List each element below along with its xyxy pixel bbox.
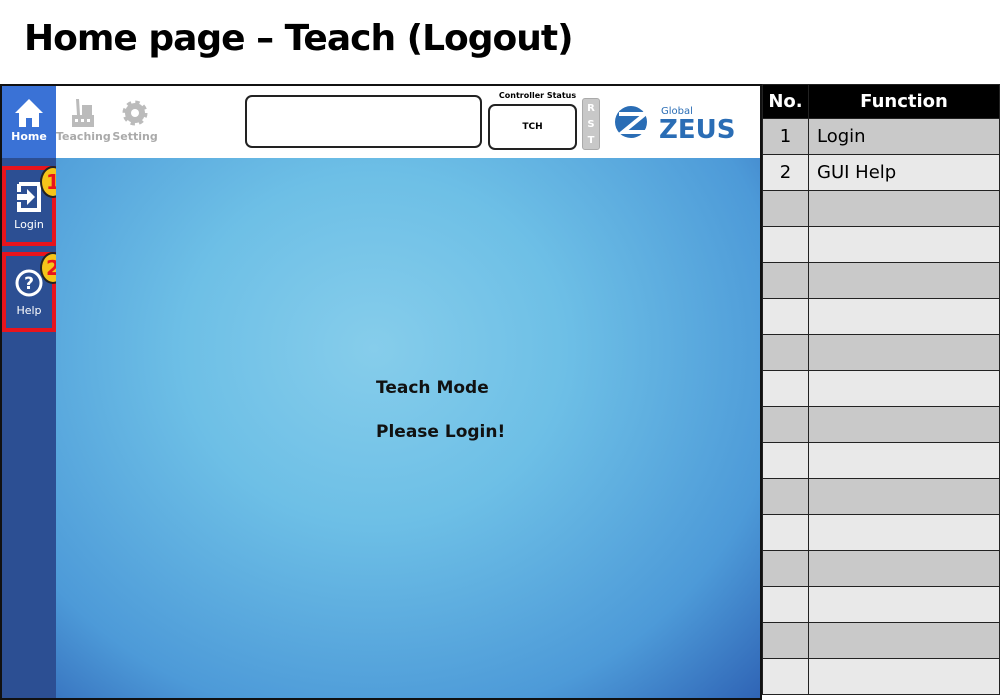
table-row — [762, 622, 1000, 659]
row-function — [808, 226, 1000, 263]
table-row — [762, 586, 1000, 623]
global-zeus-logo: Global ZEUS — [615, 106, 735, 142]
row-number — [762, 406, 809, 443]
row-function — [808, 658, 1000, 695]
row-function — [808, 622, 1000, 659]
table-row — [762, 550, 1000, 587]
app-window: Home Teaching Setting Controller Status … — [0, 84, 762, 700]
controller-status-label: Controller Status — [498, 91, 577, 100]
row-number — [762, 370, 809, 407]
table-row: 2 GUI Help — [762, 154, 1000, 191]
rst-label: RST — [587, 103, 595, 146]
table-row — [762, 334, 1000, 371]
row-function — [808, 478, 1000, 515]
nav-setting[interactable]: Setting — [108, 86, 162, 158]
row-function — [808, 442, 1000, 479]
table-row — [762, 514, 1000, 551]
top-bar: Home Teaching Setting Controller Status … — [2, 86, 760, 158]
rst-button[interactable]: RST — [582, 98, 600, 150]
gear-icon — [122, 100, 148, 126]
row-number — [762, 190, 809, 227]
nav-teaching[interactable]: Teaching — [56, 86, 111, 158]
sidebar: Login 1 ? Help 2 — [2, 158, 66, 698]
row-number — [762, 550, 809, 587]
please-login-text: Please Login! — [376, 422, 506, 442]
table-row — [762, 190, 1000, 227]
row-number — [762, 622, 809, 659]
page-title: Home page – Teach (Logout) — [24, 18, 574, 59]
row-function — [808, 550, 1000, 587]
table-row: 1 Login — [762, 118, 1000, 155]
row-function — [808, 514, 1000, 551]
table-row — [762, 370, 1000, 407]
svg-text:ZEUS: ZEUS — [659, 115, 735, 142]
nav-home[interactable]: Home — [2, 86, 56, 158]
row-number — [762, 514, 809, 551]
row-number: 1 — [762, 118, 809, 155]
nav-home-label: Home — [11, 130, 47, 143]
sidebar-help-label: Help — [16, 304, 42, 317]
table-row — [762, 406, 1000, 443]
row-function — [808, 334, 1000, 371]
row-number — [762, 262, 809, 299]
function-table: No. Function 1 Login 2 GUI Help — [762, 84, 1000, 695]
controller-status-value: TCH — [488, 104, 577, 150]
main-area: Teach Mode Please Login! — [56, 158, 760, 698]
table-row — [762, 226, 1000, 263]
row-function — [808, 370, 1000, 407]
row-function: Login — [808, 118, 1000, 155]
row-function — [808, 586, 1000, 623]
row-number — [762, 334, 809, 371]
row-function — [808, 406, 1000, 443]
svg-text:?: ? — [24, 274, 34, 294]
table-row — [762, 442, 1000, 479]
table-row — [762, 262, 1000, 299]
nav-setting-label: Setting — [112, 130, 158, 143]
header-no: No. — [762, 84, 809, 119]
home-icon — [15, 99, 43, 127]
sidebar-login-label: Login — [14, 218, 44, 231]
row-number: 2 — [762, 154, 809, 191]
teach-mode-text: Teach Mode — [376, 378, 489, 398]
robot-icon — [72, 99, 94, 127]
row-function — [808, 262, 1000, 299]
nav-teaching-label: Teaching — [56, 130, 111, 143]
table-row — [762, 478, 1000, 515]
row-number — [762, 298, 809, 335]
table-row — [762, 298, 1000, 335]
header-function: Function — [808, 84, 1000, 119]
row-number — [762, 658, 809, 695]
row-function — [808, 298, 1000, 335]
row-function: GUI Help — [808, 154, 1000, 191]
row-number — [762, 586, 809, 623]
message-box — [245, 95, 482, 148]
row-number — [762, 478, 809, 515]
row-number — [762, 442, 809, 479]
row-function — [808, 190, 1000, 227]
table-row — [762, 658, 1000, 695]
login-icon — [17, 182, 41, 212]
row-number — [762, 226, 809, 263]
